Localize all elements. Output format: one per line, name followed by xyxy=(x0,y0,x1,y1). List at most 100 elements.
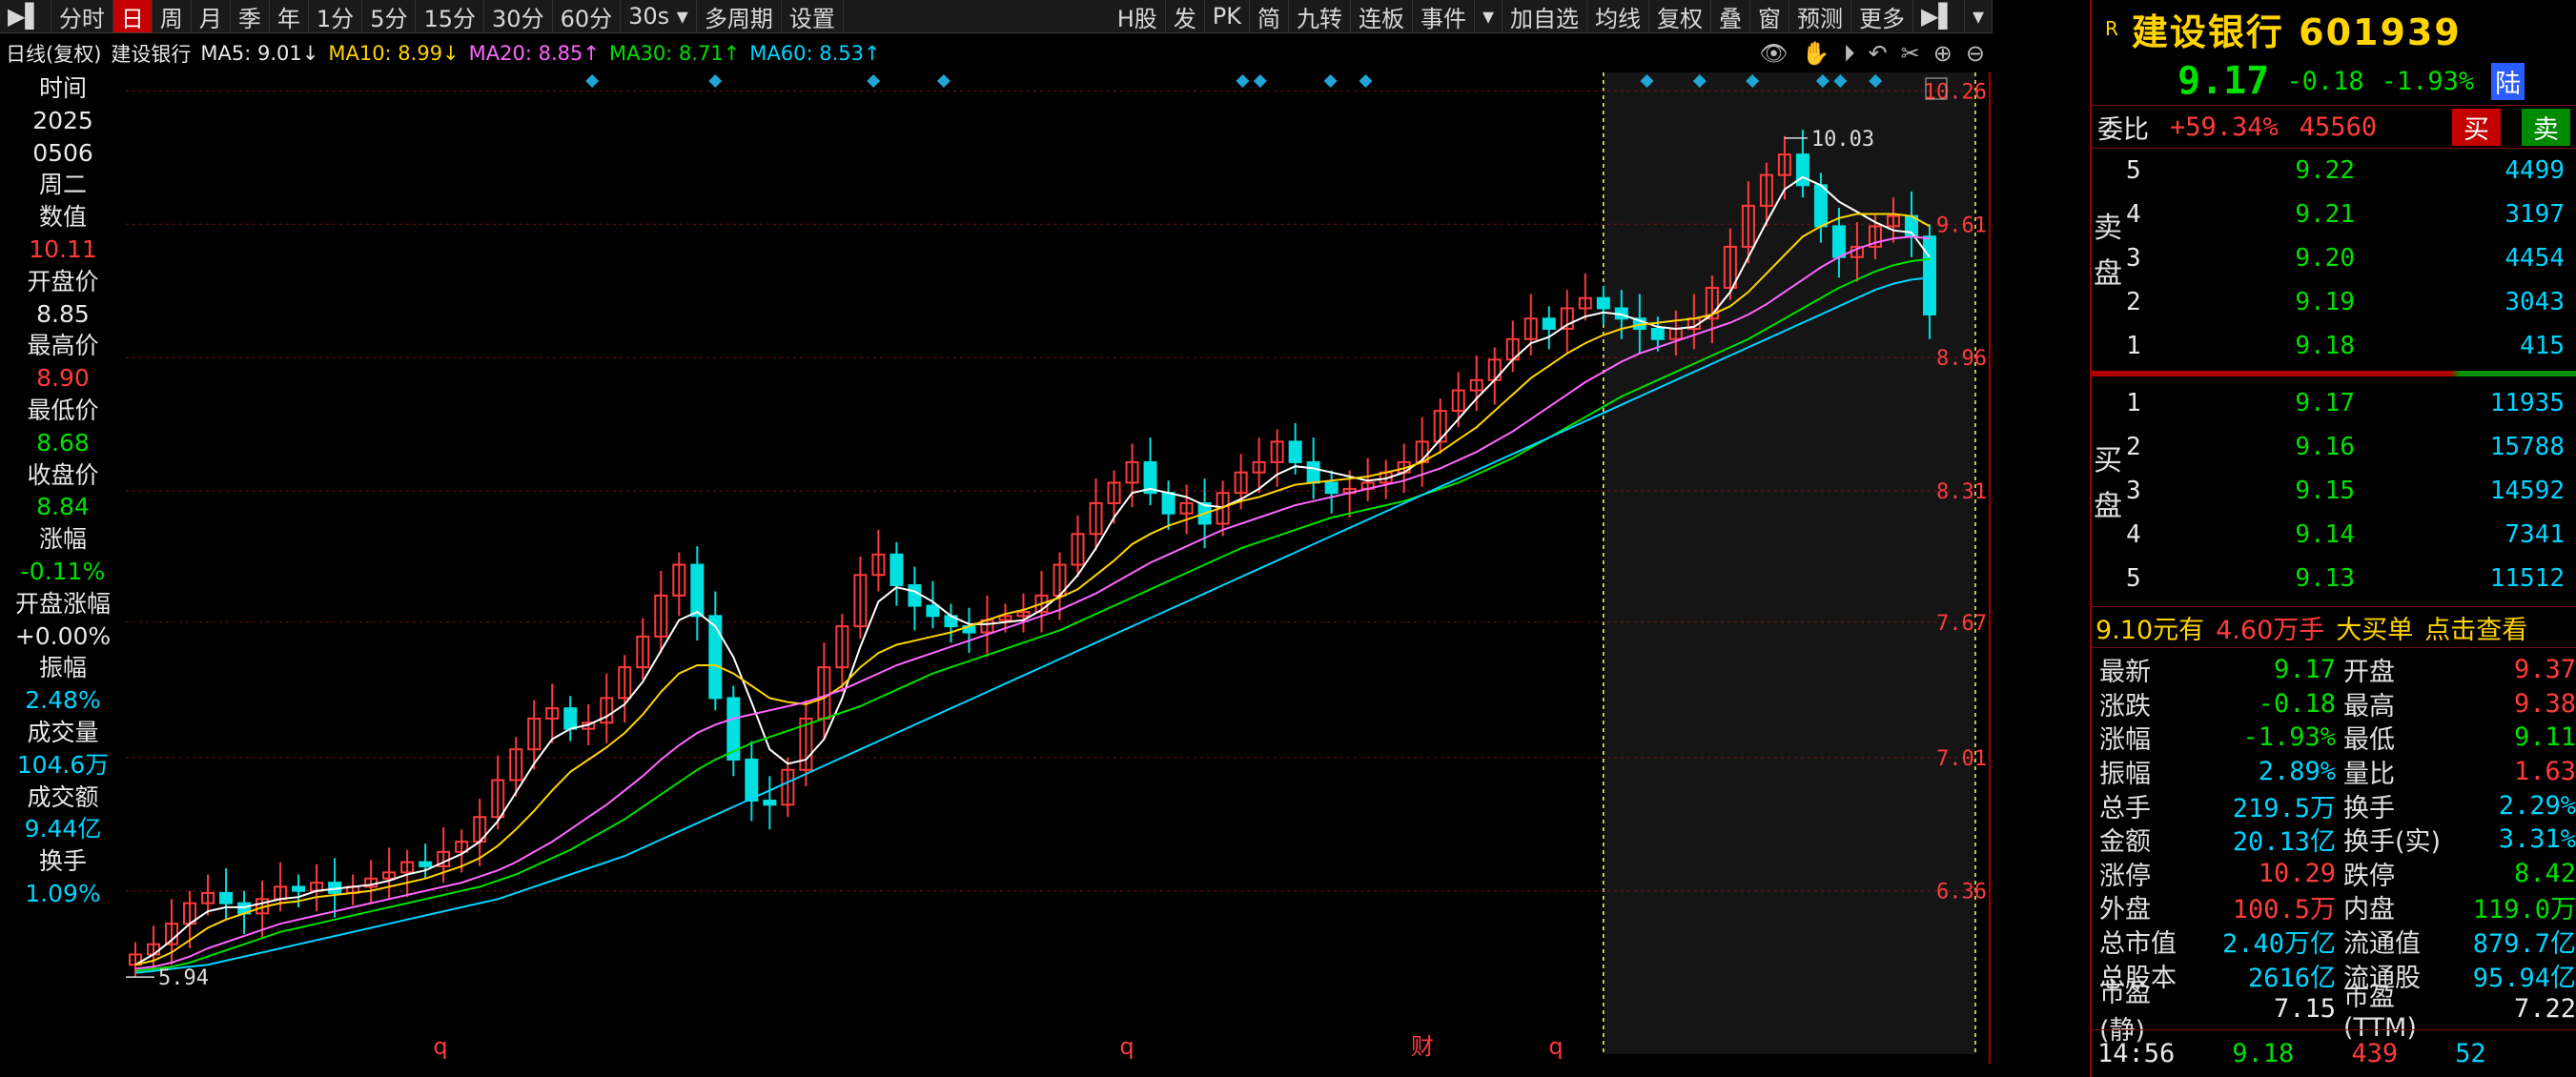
info-value-turnover-rate: 1.09% xyxy=(25,879,101,907)
limit-up-button[interactable]: 连板 xyxy=(1351,0,1413,32)
tab-1min[interactable]: 1分 xyxy=(309,0,363,32)
h-share-button[interactable]: H股 xyxy=(1110,0,1166,32)
events-button[interactable]: 事件 xyxy=(1413,0,1475,32)
tab-weekly[interactable]: 周 xyxy=(153,0,192,32)
forecast-button[interactable]: 预测 xyxy=(1789,0,1852,32)
events-dropdown-icon[interactable]: ▾ xyxy=(1475,0,1503,32)
info-value-open: 8.85 xyxy=(36,299,90,328)
tab-5min[interactable]: 5分 xyxy=(362,0,417,32)
adjust-button[interactable]: 复权 xyxy=(1649,0,1712,32)
weibi-diff: 45560 xyxy=(2299,112,2378,142)
play-icon[interactable]: ⏵ xyxy=(1844,40,1855,67)
y-tick-label: 8.96 xyxy=(1936,347,1987,371)
simple-button[interactable]: 简 xyxy=(1250,0,1289,32)
bid-row[interactable]: 4 9.14 7341 xyxy=(2126,513,2576,557)
quote-value: 219.5万 xyxy=(2232,793,2336,823)
bid-row[interactable]: 3 9.15 14592 xyxy=(2126,469,2576,513)
tab-yearly[interactable]: 年 xyxy=(270,0,309,32)
pk-button[interactable]: PK xyxy=(1205,0,1250,32)
event-marker-icon xyxy=(1359,74,1373,88)
buy-button[interactable]: 买 xyxy=(2452,108,2501,146)
kline-chart[interactable]: 10.26 9.61 8.96 8.31 7.67 7.01 6.36 10.03 5.94 q q… xyxy=(126,72,1993,1064)
sell-button[interactable]: 卖 xyxy=(2522,108,2570,146)
toolbar-menu-icon[interactable]: ▾ xyxy=(1965,0,1993,32)
settings-button[interactable]: 设置 xyxy=(782,0,844,32)
kline-chart-svg[interactable]: 10.26 9.61 8.96 8.31 7.67 7.01 6.36 10.03 5.94 q q… xyxy=(126,72,1993,1064)
big-order-label: 大买单 xyxy=(2336,615,2414,645)
high-label: 10.03 xyxy=(1811,128,1874,152)
info-value-amplitude: 2.48% xyxy=(25,686,101,715)
chart-period-label[interactable]: 日线(复权) xyxy=(6,39,101,68)
ask-price: 9.22 xyxy=(2295,156,2355,185)
big-order-link[interactable]: 点击查看 xyxy=(2424,609,2527,646)
more-button[interactable]: 更多 xyxy=(1851,0,1914,32)
eye-icon[interactable]: 👁 xyxy=(1759,40,1788,67)
bid-row[interactable]: 2 9.16 15788 xyxy=(2126,425,2576,469)
zoom-in-icon[interactable]: ⊕ xyxy=(1933,40,1952,67)
info-label-turnover-rate: 换手 xyxy=(38,847,87,876)
weibi-row: 委比 +59.34% 45560 买 卖 xyxy=(2092,105,2576,149)
quote-label: 金额 xyxy=(2099,827,2151,858)
quote-row: 涨跌 -0.18 最高 9.38 xyxy=(2092,687,2576,721)
publish-button[interactable]: 发 xyxy=(1166,0,1205,32)
ask-volume: 4499 xyxy=(2504,156,2565,185)
info-label-change: 涨幅 xyxy=(38,525,87,554)
ask-level: 3 xyxy=(2126,244,2141,273)
bid-row[interactable]: 5 9.13 11512 xyxy=(2126,557,2576,600)
tab-15min[interactable]: 15分 xyxy=(416,0,485,32)
candle-body xyxy=(1922,235,1936,315)
info-label-low: 最低价 xyxy=(27,396,99,424)
moving-average-button[interactable]: 均线 xyxy=(1587,0,1650,32)
candle-body xyxy=(1324,481,1339,495)
multi-period-button[interactable]: 多周期 xyxy=(697,0,782,32)
ask-row[interactable]: 4 9.21 3197 xyxy=(2126,193,2576,236)
market-tag: 陆 xyxy=(2491,62,2525,100)
event-marker-icon xyxy=(1253,74,1267,88)
nine-turn-button[interactable]: 九转 xyxy=(1289,0,1351,32)
window-button[interactable]: 窗 xyxy=(1750,0,1790,32)
tab-monthly[interactable]: 月 xyxy=(192,0,231,32)
ask-row[interactable]: 5 9.22 4499 xyxy=(2126,149,2576,193)
overlay-button[interactable]: 叠 xyxy=(1711,0,1751,32)
quote-label-2: 最高 xyxy=(2343,691,2395,721)
tick-price: 9.18 xyxy=(2232,1039,2295,1068)
tab-30min[interactable]: 30分 xyxy=(484,0,553,32)
hand-icon[interactable]: ✋ xyxy=(1802,40,1830,67)
quote-value-2: 9.11 xyxy=(2513,722,2576,753)
bid-level: 3 xyxy=(2126,477,2141,505)
event-marker-icon xyxy=(936,74,951,88)
quote-label-2: 开盘 xyxy=(2343,658,2395,688)
candle-body xyxy=(563,707,578,730)
quote-row: 金额 20.13亿 换手(实) 3.31% xyxy=(2092,823,2576,857)
collapse-icon[interactable]: ▶▌ xyxy=(1913,0,1965,32)
ask-price: 9.18 xyxy=(2295,332,2355,360)
ask-book: 卖盘 5 9.22 4499 4 9.21 3197 3 9.20 4454 2 9.19 3043 1… xyxy=(2092,149,2576,368)
add-watchlist-button[interactable]: 加自选 xyxy=(1503,0,1588,32)
info-value-value: 10.11 xyxy=(29,234,97,263)
quote-label-2: 最低 xyxy=(2343,725,2395,756)
tab-quarterly[interactable]: 季 xyxy=(231,0,270,32)
tick-row: 14:56 9.18 439 52 xyxy=(2092,1029,2576,1077)
r-badge-icon: R xyxy=(2105,17,2118,40)
ask-volume: 4454 xyxy=(2504,244,2565,273)
tab-intraday[interactable]: 分时 xyxy=(51,0,113,32)
bid-row[interactable]: 1 9.17 11935 xyxy=(2126,381,2576,425)
quote-value-2: 9.37 xyxy=(2513,655,2576,685)
zoom-out-icon[interactable]: ⊖ xyxy=(1966,40,1985,67)
cut-icon[interactable]: ✂ xyxy=(1901,40,1920,67)
tab-60min[interactable]: 60分 xyxy=(553,0,622,32)
low-label: 5.94 xyxy=(158,966,209,990)
bid-price: 9.15 xyxy=(2295,477,2355,505)
undo-icon[interactable]: ↶ xyxy=(1869,40,1888,67)
quote-label: 外盘 xyxy=(2099,895,2151,925)
ask-row[interactable]: 2 9.19 3043 xyxy=(2126,280,2576,324)
info-label-volume: 成交量 xyxy=(27,718,99,746)
quote-label: 涨停 xyxy=(2099,861,2151,891)
ask-row[interactable]: 1 9.18 415 xyxy=(2126,324,2576,368)
tab-daily[interactable]: 日 xyxy=(112,0,153,32)
toolbar-expand-icon[interactable]: ▶▌ xyxy=(0,0,51,32)
tab-30s-dropdown[interactable]: 30s ▾ xyxy=(621,0,697,32)
quote-value: 9.17 xyxy=(2273,655,2336,685)
ask-row[interactable]: 3 9.20 4454 xyxy=(2126,236,2576,280)
ma5-value: MA5: 9.01↓ xyxy=(200,42,319,65)
